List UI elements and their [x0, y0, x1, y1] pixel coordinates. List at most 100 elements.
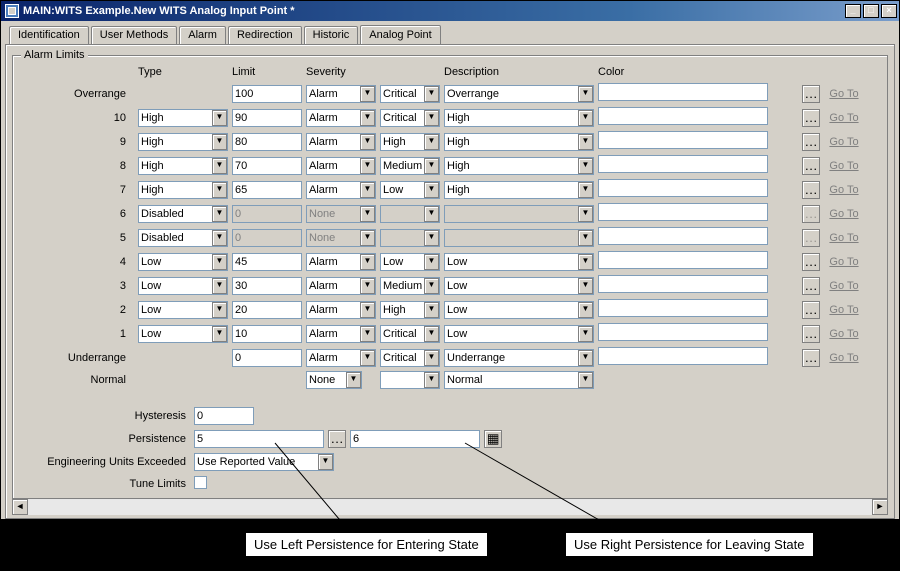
tab-analog-point[interactable]: Analog Point [360, 25, 440, 44]
goto-link-1[interactable]: Go To [826, 328, 862, 340]
limit-input-10[interactable] [232, 109, 302, 127]
dropdown-icon: ▼ [424, 134, 439, 150]
limit-input-overrange[interactable] [232, 85, 302, 103]
description-select-[interactable] [444, 109, 594, 127]
row-num-8: 8 [19, 160, 134, 172]
goto-link-underrange[interactable]: Go To [826, 352, 862, 364]
tab-redirection[interactable]: Redirection [228, 26, 302, 45]
hysteresis-input[interactable] [194, 407, 254, 425]
persistence-leave-input[interactable] [350, 430, 480, 448]
color-browse-button-2[interactable]: … [802, 301, 820, 319]
limit-input-underrange[interactable] [232, 349, 302, 367]
limit-input-4[interactable] [232, 253, 302, 271]
dropdown-icon: ▼ [424, 278, 439, 294]
description-select-[interactable] [444, 325, 594, 343]
description-select-[interactable] [444, 253, 594, 271]
persistence-leave-browse-button[interactable]: ▦ [484, 430, 502, 448]
color-box-3[interactable] [598, 275, 768, 293]
dropdown-icon: ▼ [578, 326, 593, 342]
row-num-10: 10 [19, 112, 134, 124]
scroll-right-button[interactable]: ► [872, 499, 888, 515]
tune-limits-label: Tune Limits [19, 478, 194, 490]
dropdown-icon: ▼ [346, 372, 361, 388]
goto-link-8[interactable]: Go To [826, 160, 862, 172]
description-select-normal[interactable] [444, 371, 594, 389]
goto-link-10[interactable]: Go To [826, 112, 862, 124]
color-box-2[interactable] [598, 299, 768, 317]
eu-exceeded-select[interactable] [194, 453, 334, 471]
description-select- [444, 229, 594, 247]
goto-link-2[interactable]: Go To [826, 304, 862, 316]
color-box-10[interactable] [598, 107, 768, 125]
limit-input-3[interactable] [232, 277, 302, 295]
dropdown-icon: ▼ [360, 302, 375, 318]
scroll-left-button[interactable]: ◄ [12, 499, 28, 515]
dropdown-icon: ▼ [424, 182, 439, 198]
dropdown-icon: ▼ [360, 254, 375, 270]
scroll-track[interactable] [28, 499, 872, 515]
persistence-enter-input[interactable] [194, 430, 324, 448]
tab-historic[interactable]: Historic [304, 26, 359, 45]
limit-input-1[interactable] [232, 325, 302, 343]
color-box-9[interactable] [598, 131, 768, 149]
description-select-[interactable] [444, 181, 594, 199]
description-select-[interactable] [444, 301, 594, 319]
dropdown-icon: ▼ [360, 158, 375, 174]
description-select-[interactable] [444, 133, 594, 151]
row-num-7: 7 [19, 184, 134, 196]
dropdown-icon: ▼ [424, 302, 439, 318]
close-button[interactable]: × [881, 4, 897, 18]
limit-input-9[interactable] [232, 133, 302, 151]
color-browse-button-overrange[interactable]: … [802, 85, 820, 103]
limit-input-8[interactable] [232, 157, 302, 175]
goto-link-3[interactable]: Go To [826, 280, 862, 292]
color-box-8[interactable] [598, 155, 768, 173]
row-num-6: 6 [19, 208, 134, 220]
goto-link-4[interactable]: Go To [826, 256, 862, 268]
color-browse-button-4[interactable]: … [802, 253, 820, 271]
limit-input-7[interactable] [232, 181, 302, 199]
color-browse-button-underrange[interactable]: … [802, 349, 820, 367]
row-label-overrange: Overrange [19, 88, 134, 100]
tab-user-methods[interactable]: User Methods [91, 26, 177, 45]
description-select-[interactable] [444, 157, 594, 175]
color-browse-button-9[interactable]: … [802, 133, 820, 151]
description-select-[interactable] [444, 277, 594, 295]
dropdown-icon: ▼ [360, 230, 375, 246]
dropdown-icon: ▼ [424, 206, 439, 222]
color-box-1[interactable] [598, 323, 768, 341]
dropdown-icon: ▼ [578, 86, 593, 102]
description-select-overrange[interactable] [444, 85, 594, 103]
maximize-button[interactable]: □ [863, 4, 879, 18]
color-browse-button-8[interactable]: … [802, 157, 820, 175]
dropdown-icon: ▼ [360, 206, 375, 222]
tab-alarm[interactable]: Alarm [179, 26, 226, 45]
color-browse-button-3[interactable]: … [802, 277, 820, 295]
goto-link-7[interactable]: Go To [826, 184, 862, 196]
color-box-overrange[interactable] [598, 83, 768, 101]
client-area: IdentificationUser MethodsAlarmRedirecti… [1, 21, 899, 519]
goto-link-overrange[interactable]: Go To [826, 88, 862, 100]
color-browse-button-10[interactable]: … [802, 109, 820, 127]
header-description: Description [444, 66, 594, 80]
goto-link-9[interactable]: Go To [826, 136, 862, 148]
dropdown-icon: ▼ [578, 206, 593, 222]
minimize-button[interactable]: _ [845, 4, 861, 18]
dropdown-icon: ▼ [424, 86, 439, 102]
horizontal-scrollbar[interactable]: ◄ ► [12, 499, 888, 515]
color-box-7[interactable] [598, 179, 768, 197]
color-box-underrange[interactable] [598, 347, 768, 365]
color-browse-button-5: … [802, 229, 820, 247]
persistence-enter-browse-button[interactable]: … [328, 430, 346, 448]
description-select-underrange[interactable] [444, 349, 594, 367]
app-icon [5, 4, 19, 18]
tune-limits-checkbox[interactable] [194, 476, 207, 489]
dropdown-icon: ▼ [360, 110, 375, 126]
color-browse-button-1[interactable]: … [802, 325, 820, 343]
limit-input-2[interactable] [232, 301, 302, 319]
color-box-4[interactable] [598, 251, 768, 269]
header-severity: Severity [306, 66, 440, 80]
color-browse-button-7[interactable]: … [802, 181, 820, 199]
tab-identification[interactable]: Identification [9, 26, 89, 45]
annotation-right: Use Right Persistence for Leaving State [565, 532, 814, 557]
